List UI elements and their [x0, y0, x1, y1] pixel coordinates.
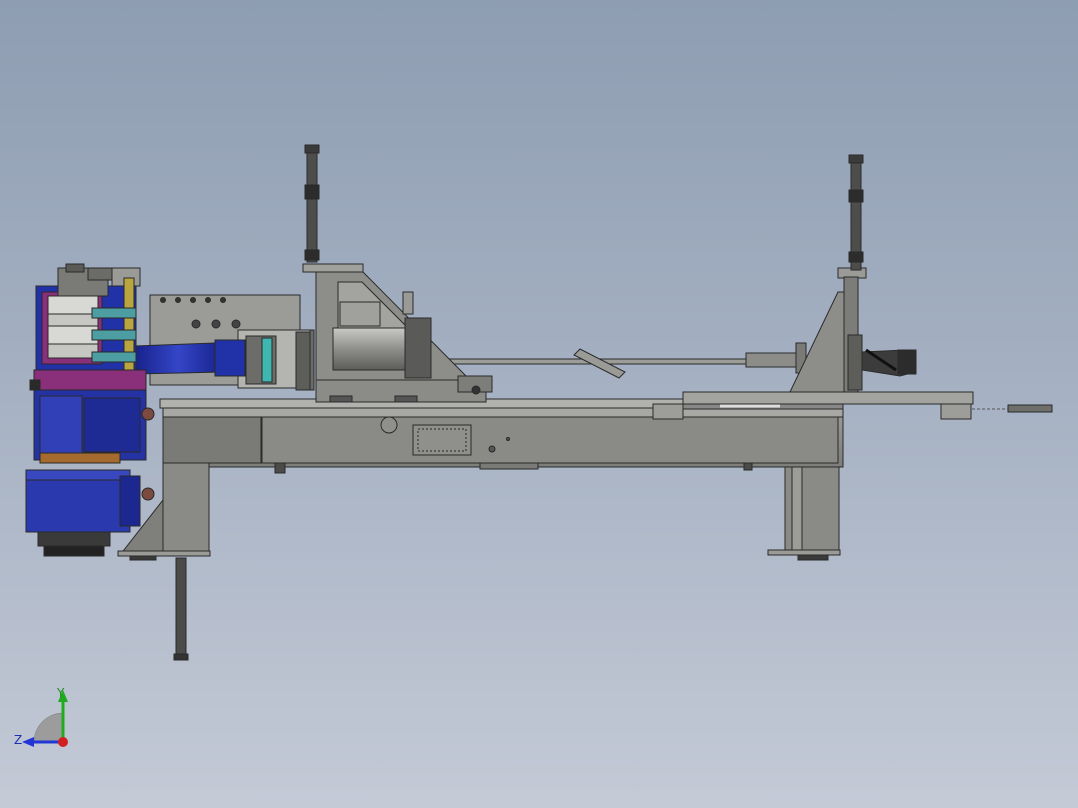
bend-head [29, 263, 147, 391]
right-leg [767, 466, 841, 561]
base-frame [162, 406, 844, 474]
triad-quadrant [33, 712, 64, 743]
feed-carriage [295, 263, 493, 403]
x-axis-dot [58, 737, 68, 747]
cad-viewport[interactable]: Y Z [0, 0, 1078, 808]
y-axis-label: Y [56, 686, 65, 700]
tube-bender-model-view[interactable] [0, 0, 1078, 808]
z-axis-head [22, 737, 34, 747]
z-axis-label: Z [14, 733, 22, 747]
mandrel-rod [439, 342, 807, 379]
orientation-triad: Y Z [14, 686, 68, 747]
bend-motor [25, 389, 155, 557]
tailstock-support [789, 154, 917, 393]
blue-extension [134, 339, 246, 377]
front-guide-post [304, 144, 320, 263]
